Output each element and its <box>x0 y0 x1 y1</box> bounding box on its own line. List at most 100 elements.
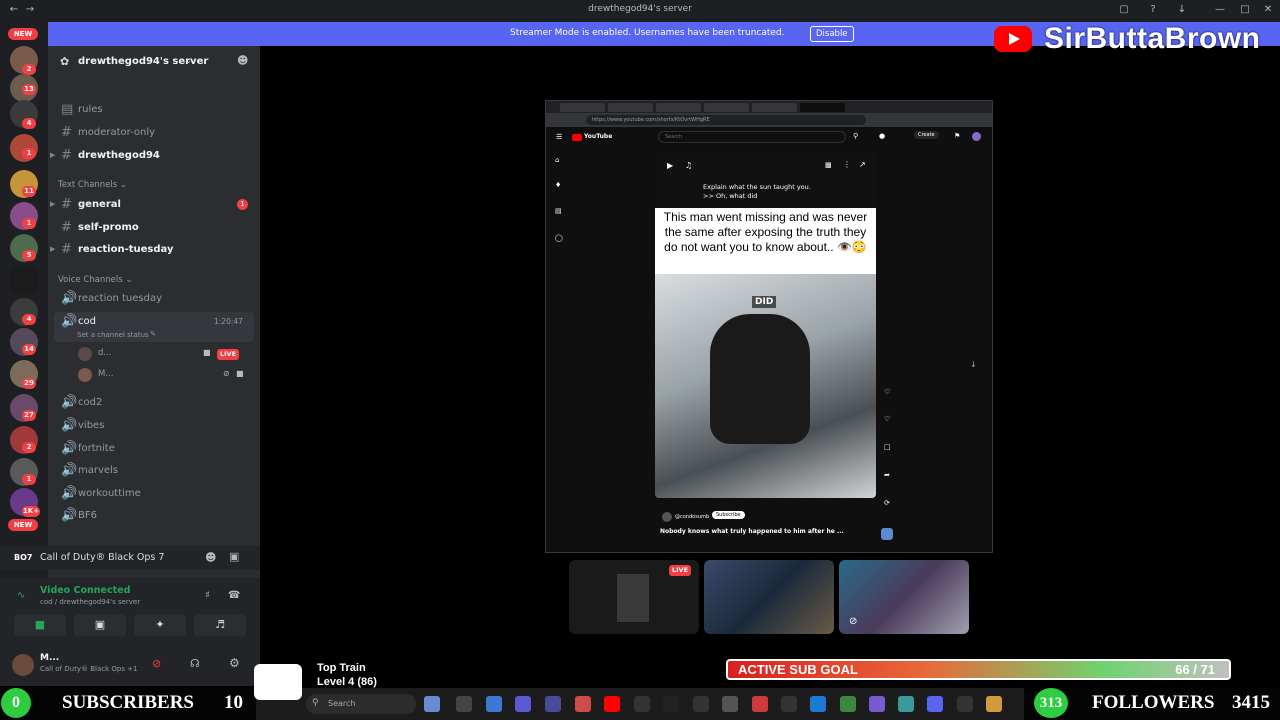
disconnect-icon[interactable]: ☎ <box>228 590 240 601</box>
voice-channel-bf6[interactable]: 🔊 BF6 <box>54 506 254 526</box>
fullscreen-icon[interactable]: ↗ <box>859 160 866 169</box>
participant-tile-stream[interactable]: LIVE <box>569 560 699 634</box>
browser-tab[interactable] <box>656 103 701 112</box>
voice-user[interactable]: M... ⊘ ■ <box>78 366 248 384</box>
camera-button[interactable]: ■ <box>14 614 66 636</box>
taskbar-app-icon[interactable] <box>456 696 472 712</box>
voice-status[interactable]: Video Connected <box>40 585 130 596</box>
taskbar-app-icon[interactable] <box>722 696 738 712</box>
taskbar-app-icon[interactable] <box>634 696 650 712</box>
channel-general[interactable]: ▶ # general 1 <box>50 195 254 215</box>
dislike-icon[interactable]: ♡ <box>884 415 890 423</box>
server-icon[interactable] <box>10 266 38 294</box>
create-button[interactable]: Create <box>914 131 939 139</box>
channel-moderator-only[interactable]: # moderator-only <box>54 123 254 143</box>
participant-tile-camera[interactable]: ⊘ <box>839 560 969 634</box>
voice-channel-vibes[interactable]: 🔊 vibes <box>54 416 254 436</box>
signal-icon[interactable]: ∿ <box>17 590 25 601</box>
voice-channel-cod2[interactable]: 🔊 cod2 <box>54 393 254 413</box>
menu-icon[interactable]: ☰ <box>556 133 562 141</box>
channel-handle[interactable]: @condosumb <box>675 514 709 520</box>
help-icon[interactable]: ? <box>1147 4 1159 16</box>
taskbar-app-icon[interactable] <box>693 696 709 712</box>
voice-channel-fortnite[interactable]: 🔊 fortnite <box>54 439 254 459</box>
channel-self-promo[interactable]: # self-promo <box>54 218 254 238</box>
address-bar[interactable]: https://www.youtube.com/shorts/KtOvrtWHg… <box>586 115 866 125</box>
taskbar-app-icon[interactable] <box>810 696 826 712</box>
add-friend-icon[interactable]: ☻ <box>205 551 216 564</box>
download-icon[interactable]: ↓ <box>1176 4 1188 16</box>
taskbar-app-icon[interactable] <box>545 696 561 712</box>
voice-channels-category[interactable]: Voice Channels ⌄ <box>58 275 132 285</box>
subscribe-button[interactable]: Subscribe <box>712 511 745 519</box>
taskbar-app-icon[interactable] <box>986 696 1002 712</box>
participant-tile-camera[interactable] <box>704 560 834 634</box>
taskbar-app-icon[interactable] <box>957 696 973 712</box>
taskbar-app-icon[interactable] <box>752 696 768 712</box>
channel-status[interactable]: Set a channel status <box>77 331 149 339</box>
more-options-icon[interactable]: ⋮ <box>843 160 851 169</box>
voice-channel-reaction-tuesday[interactable]: 🔊 reaction tuesday <box>54 289 254 309</box>
taskbar-app-icon[interactable] <box>869 696 885 712</box>
notifications-icon[interactable]: ⚑ <box>954 132 960 140</box>
microphone-icon[interactable]: ● <box>879 132 885 140</box>
taskbar-app-icon[interactable] <box>663 696 679 712</box>
taskbar-app-icon[interactable] <box>575 696 591 712</box>
screen-share-stream[interactable]: https://www.youtube.com/shorts/KtOvrtWHg… <box>545 100 993 553</box>
avatar[interactable] <box>662 512 672 522</box>
settings-gear-icon[interactable]: ⚙ <box>229 656 240 670</box>
taskbar-app-icon[interactable] <box>486 696 502 712</box>
shorts-icon[interactable]: ♦ <box>555 181 561 189</box>
voice-channel-cod[interactable]: 🔊 cod 1:20:47 Set a channel status ✎ <box>54 312 254 342</box>
invite-people-icon[interactable]: ☻ <box>237 54 248 67</box>
browser-tab[interactable] <box>560 103 605 112</box>
taskbar-app-icon[interactable] <box>781 696 797 712</box>
voice-channel-marvels[interactable]: 🔊 marvels <box>54 461 254 481</box>
volume-icon[interactable]: ♫ <box>685 161 692 170</box>
youtube-search-input[interactable]: Search <box>658 131 846 143</box>
text-channels-category[interactable]: Text Channels ⌄ <box>58 180 127 190</box>
pencil-icon[interactable]: ✎ <box>150 330 156 338</box>
browser-tab[interactable] <box>752 103 797 112</box>
browser-tab[interactable] <box>704 103 749 112</box>
maximize-icon[interactable]: □ <box>1239 4 1251 16</box>
taskbar-app-icon[interactable] <box>424 696 440 712</box>
headphones-icon[interactable]: ☊ <box>190 657 200 670</box>
avatar[interactable] <box>12 654 34 676</box>
inbox-icon[interactable]: ▢ <box>1118 4 1130 16</box>
voice-user[interactable]: d... ■ LIVE <box>78 345 248 363</box>
soundboard-button[interactable]: ♬ <box>194 614 246 636</box>
mute-icon[interactable]: ⊘ <box>152 657 161 670</box>
avatar[interactable] <box>972 132 981 141</box>
share-icon[interactable]: ➦ <box>884 471 890 479</box>
youtube-taskbar-icon[interactable] <box>604 696 620 712</box>
browser-tab[interactable] <box>608 103 653 112</box>
short-video-player[interactable]: ▶ ♫ ▩ ⋮ ↗ Explain what the sun taught yo… <box>655 153 876 498</box>
screen-share-button[interactable]: ▣ <box>74 614 126 636</box>
channel-rules[interactable]: ▤ rules <box>54 100 254 120</box>
voice-channel-workouttime[interactable]: 🔊 workouttime <box>54 484 254 504</box>
minimize-icon[interactable]: — <box>1214 4 1226 16</box>
close-icon[interactable]: ✕ <box>1262 4 1274 16</box>
disable-streamer-mode-button[interactable]: Disable <box>810 26 854 42</box>
home-icon[interactable]: ⌂ <box>555 156 559 164</box>
channel-drewthegod94[interactable]: ▶ # drewthegod94 <box>50 146 254 166</box>
play-icon[interactable]: ▶ <box>667 161 673 170</box>
taskbar-app-icon[interactable] <box>898 696 914 712</box>
remix-icon[interactable]: ⟳ <box>884 499 890 507</box>
subscriptions-icon[interactable]: ▤ <box>555 207 562 215</box>
search-icon[interactable]: ⚲ <box>853 132 858 140</box>
sound-thumbnail[interactable] <box>881 528 893 540</box>
taskbar-app-icon[interactable] <box>840 696 856 712</box>
server-header[interactable]: ✿ drewthegod94's server ⌄ ☻ <box>48 46 260 78</box>
screen-share-icon[interactable]: ▣ <box>229 550 239 563</box>
channel-reaction-tuesday[interactable]: ▶ # reaction-tuesday <box>50 240 254 260</box>
browser-tab[interactable] <box>800 103 845 112</box>
taskbar-app-icon[interactable] <box>515 696 531 712</box>
like-icon[interactable]: ♡ <box>884 388 890 396</box>
captions-icon[interactable]: ▩ <box>825 161 832 169</box>
comment-icon[interactable]: □ <box>884 443 891 451</box>
discord-taskbar-icon[interactable] <box>927 696 943 712</box>
noise-suppression-icon[interactable]: ♯ <box>205 590 210 601</box>
activities-button[interactable]: ✦ <box>134 614 186 636</box>
